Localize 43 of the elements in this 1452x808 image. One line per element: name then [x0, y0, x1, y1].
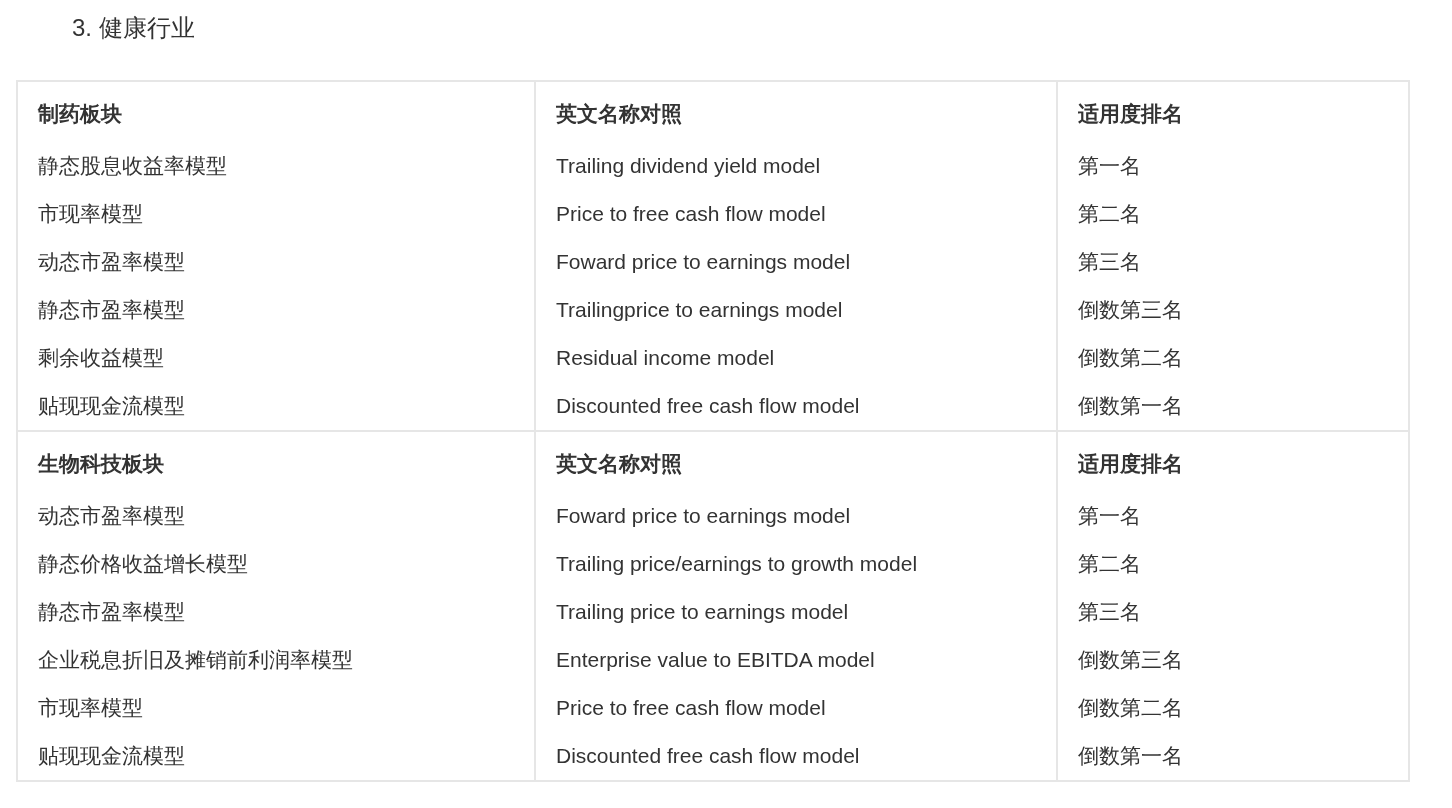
column-header: 生物科技板块 — [38, 452, 164, 475]
table-cell: 剩余收益模型 — [38, 346, 164, 369]
table-cell: 第三名 — [1078, 250, 1141, 273]
column-header: 英文名称对照 — [556, 452, 682, 475]
table-cell: Price to free cash flow model — [556, 202, 826, 225]
table-cell: Enterprise value to EBITDA model — [556, 648, 875, 671]
table-cell: 动态市盈率模型 — [38, 504, 185, 527]
table-cell: 倒数第二名 — [1078, 696, 1183, 719]
table-cell: 第一名 — [1078, 154, 1141, 177]
table-cell: Price to free cash flow model — [556, 696, 826, 719]
column-header: 制药板块 — [38, 102, 122, 125]
table-cell: 第二名 — [1078, 202, 1141, 225]
table-cell: 倒数第二名 — [1078, 346, 1183, 369]
table-cell: 倒数第一名 — [1078, 394, 1183, 417]
column-header: 英文名称对照 — [556, 102, 682, 125]
table-cell: Trailing price/earnings to growth model — [556, 552, 918, 575]
table-cell: 第一名 — [1078, 504, 1141, 527]
section-heading: 3. 健康行业 — [72, 13, 196, 43]
table-cell: Trailingprice to earnings model — [556, 298, 843, 321]
table-cell: Discounted free cash flow model — [556, 394, 860, 417]
table-cell: 第二名 — [1078, 552, 1141, 575]
table-cell: Foward price to earnings model — [556, 504, 851, 527]
table-cell: 贴现现金流模型 — [38, 394, 185, 417]
table-cell: 静态市盈率模型 — [38, 600, 185, 623]
table-cell: 动态市盈率模型 — [38, 250, 185, 273]
table-cell: 市现率模型 — [38, 696, 143, 719]
column-header: 适用度排名 — [1078, 102, 1183, 125]
table-cell: Foward price to earnings model — [556, 250, 851, 273]
column-header: 适用度排名 — [1078, 452, 1183, 475]
table-cell: Residual income model — [556, 346, 775, 369]
table-cell: 倒数第三名 — [1078, 298, 1183, 321]
table-cell: 倒数第三名 — [1078, 648, 1183, 671]
table-cell: 贴现现金流模型 — [38, 744, 185, 767]
table-cell: 静态价格收益增长模型 — [38, 552, 248, 575]
table-cell: Trailing price to earnings model — [556, 600, 849, 623]
table-cell: Discounted free cash flow model — [556, 744, 860, 767]
table-cell: 企业税息折旧及摊销前利润率模型 — [38, 648, 353, 671]
table-cell: 第三名 — [1078, 600, 1141, 623]
table-cell: 静态股息收益率模型 — [38, 154, 227, 177]
table-cell: Trailing dividend yield model — [556, 154, 821, 177]
table-cell: 市现率模型 — [38, 202, 143, 225]
table-cell: 倒数第一名 — [1078, 744, 1183, 767]
table-cell: 静态市盈率模型 — [38, 298, 185, 321]
